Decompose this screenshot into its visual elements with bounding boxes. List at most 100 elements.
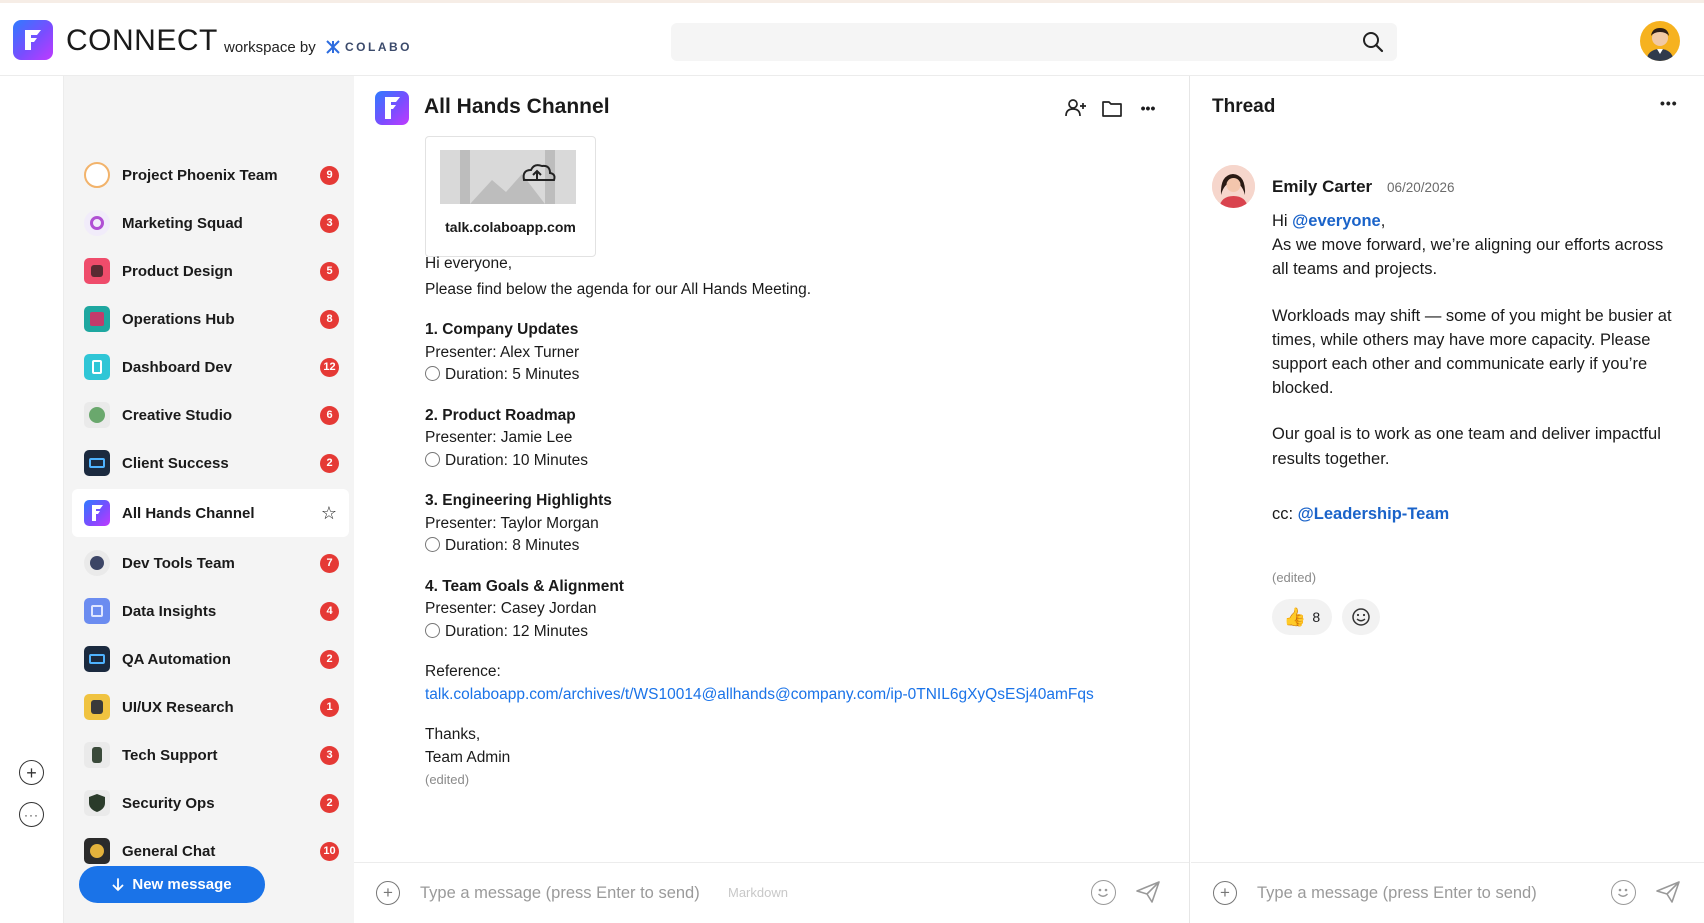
channel-avatar-icon (84, 354, 110, 380)
channel-name: UI/UX Research (122, 698, 234, 716)
thread-composer: + (1191, 862, 1704, 923)
author-name[interactable]: Emily Carter (1272, 177, 1372, 197)
channel-name: Dashboard Dev (122, 358, 233, 376)
agenda-title: 1. Company Updates (425, 321, 579, 338)
unread-badge: 3 (320, 745, 339, 765)
arrow-down-icon (112, 877, 124, 891)
agenda-title: 2. Product Roadmap (425, 406, 576, 424)
unread-badge: 8 (320, 309, 339, 329)
channel-name: Client Success (122, 454, 229, 472)
channel-name: Data Insights (122, 602, 217, 620)
sidebar-item-operations-hub[interactable]: Operations Hub 8 (72, 295, 349, 343)
message-composer: + Markdown (354, 862, 1189, 923)
partner-logo: COLABO (326, 40, 412, 54)
thread-title: Thread (1212, 96, 1276, 117)
sidebar-item-tech-support[interactable]: Tech Support 3 (72, 731, 349, 779)
attach-plus-icon[interactable]: + (376, 881, 400, 905)
thread-more-icon[interactable]: ••• (1660, 95, 1678, 111)
sidebar-item-dev-tools-team[interactable]: Dev Tools Team 7 (72, 539, 349, 587)
send-icon[interactable] (1655, 880, 1681, 904)
message-body: Hi everyone, Please find below the agend… (425, 253, 1165, 792)
colabo-icon (326, 40, 340, 54)
clock-icon (425, 451, 440, 467)
channel-avatar-icon (84, 838, 110, 864)
sidebar-item-product-design[interactable]: Product Design 5 (72, 247, 349, 295)
unread-badge: 4 (320, 601, 339, 621)
search-input[interactable] (671, 23, 1397, 61)
attach-plus-icon[interactable]: + (1213, 881, 1237, 905)
user-avatar[interactable] (1640, 21, 1680, 61)
paragraph: Workloads may shift — some of you might … (1272, 306, 1672, 398)
channel-name: QA Automation (122, 650, 231, 668)
mention-everyone[interactable]: @everyone (1292, 212, 1381, 230)
channel-sidebar: Project Phoenix Team 9 Marketing Squad 3… (64, 76, 354, 923)
sidebar-item-dashboard-dev[interactable]: Dashboard Dev 12 (72, 343, 349, 391)
link-preview-card[interactable]: talk.colaboapp.com (425, 136, 596, 257)
message-date: 06/20/2026 (1387, 180, 1455, 195)
new-message-button[interactable]: New message (79, 866, 265, 903)
unread-badge: 3 (320, 213, 339, 233)
edited-label: (edited) (425, 772, 470, 787)
more-options-icon[interactable]: ••• (1136, 96, 1160, 120)
star-icon[interactable]: ☆ (321, 503, 337, 524)
channel-name: All Hands Channel (122, 504, 255, 522)
channel-name: General Chat (122, 842, 216, 860)
author-avatar[interactable] (1212, 165, 1255, 208)
unread-badge: 1 (320, 697, 339, 717)
channel-main-panel: All Hands Channel ••• talk.colaboapp.com… (354, 76, 1190, 923)
unread-badge: 9 (320, 165, 339, 185)
channel-name: Marketing Squad (122, 214, 243, 232)
thread-reply-input[interactable] (1257, 878, 1557, 908)
app-logo-icon[interactable] (13, 20, 53, 60)
search-icon[interactable] (1362, 31, 1384, 53)
markdown-hint: Markdown (728, 885, 788, 900)
paragraph: Our goal is to work as one team and deli… (1272, 425, 1661, 468)
add-workspace-icon[interactable]: + (19, 760, 44, 785)
clock-icon (425, 366, 440, 381)
intro-text: Please find below the agenda for our All… (425, 280, 812, 298)
unread-badge: 2 (320, 453, 339, 473)
channel-logo-icon (375, 91, 409, 125)
sidebar-item-ui-ux-research[interactable]: UI/UX Research 1 (72, 683, 349, 731)
reaction-thumbs-up[interactable]: 👍 8 (1272, 599, 1332, 635)
channel-avatar-icon (84, 162, 110, 188)
unread-badge: 5 (320, 261, 339, 281)
sidebar-item-security-ops[interactable]: Security Ops 2 (72, 779, 349, 827)
channel-name: Product Design (122, 262, 233, 280)
channel-name: Creative Studio (122, 406, 233, 424)
workspace-by-label: workspace by (224, 39, 316, 56)
sidebar-item-qa-automation[interactable]: QA Automation 2 (72, 635, 349, 683)
sidebar-item-data-insights[interactable]: Data Insights 4 (72, 587, 349, 635)
emoji-icon[interactable] (1611, 880, 1636, 905)
sidebar-item-client-success[interactable]: Client Success 2 (72, 439, 349, 487)
channel-avatar-icon (84, 550, 110, 576)
folder-icon[interactable] (1100, 96, 1124, 120)
send-icon[interactable] (1135, 880, 1161, 904)
add-reaction-button[interactable] (1342, 599, 1380, 635)
add-member-icon[interactable] (1064, 96, 1088, 120)
mention-leadership-team[interactable]: @Leadership-Team (1298, 505, 1450, 523)
agenda-presenter: Presenter: Alex Turner (425, 343, 580, 361)
more-options-icon[interactable]: ··· (19, 802, 44, 827)
agenda-presenter: Presenter: Casey Jordan (425, 600, 597, 617)
channel-title: All Hands Channel (424, 95, 610, 118)
preview-domain: talk.colaboapp.com (445, 219, 576, 235)
sidebar-item-creative-studio[interactable]: Creative Studio 6 (72, 391, 349, 439)
unread-badge: 2 (320, 793, 339, 813)
sidebar-item-project-phoenix-team[interactable]: Project Phoenix Team 9 (72, 151, 349, 199)
emoji-icon[interactable] (1091, 880, 1116, 905)
left-rail: + ··· (0, 76, 64, 923)
unread-badge: 7 (320, 553, 339, 573)
thumbs-up-icon: 👍 (1283, 606, 1307, 627)
channel-avatar-icon (84, 402, 110, 428)
agenda-title: 3. Engineering Highlights (425, 492, 612, 509)
sidebar-item-marketing-squad[interactable]: Marketing Squad 3 (72, 199, 349, 247)
brand-name: CONNECT (66, 24, 218, 57)
agenda-title: 4. Team Goals & Alignment (425, 577, 624, 595)
reference-link[interactable]: talk.colaboapp.com/archives/t/WS10014@al… (425, 684, 1165, 707)
channel-avatar-icon (84, 500, 110, 526)
agenda-duration: Duration: 12 Minutes (425, 621, 1165, 644)
signature-text: Team Admin (425, 748, 511, 766)
sidebar-item-all-hands-channel[interactable]: All Hands Channel ☆ (72, 489, 349, 537)
clock-icon (425, 622, 440, 638)
